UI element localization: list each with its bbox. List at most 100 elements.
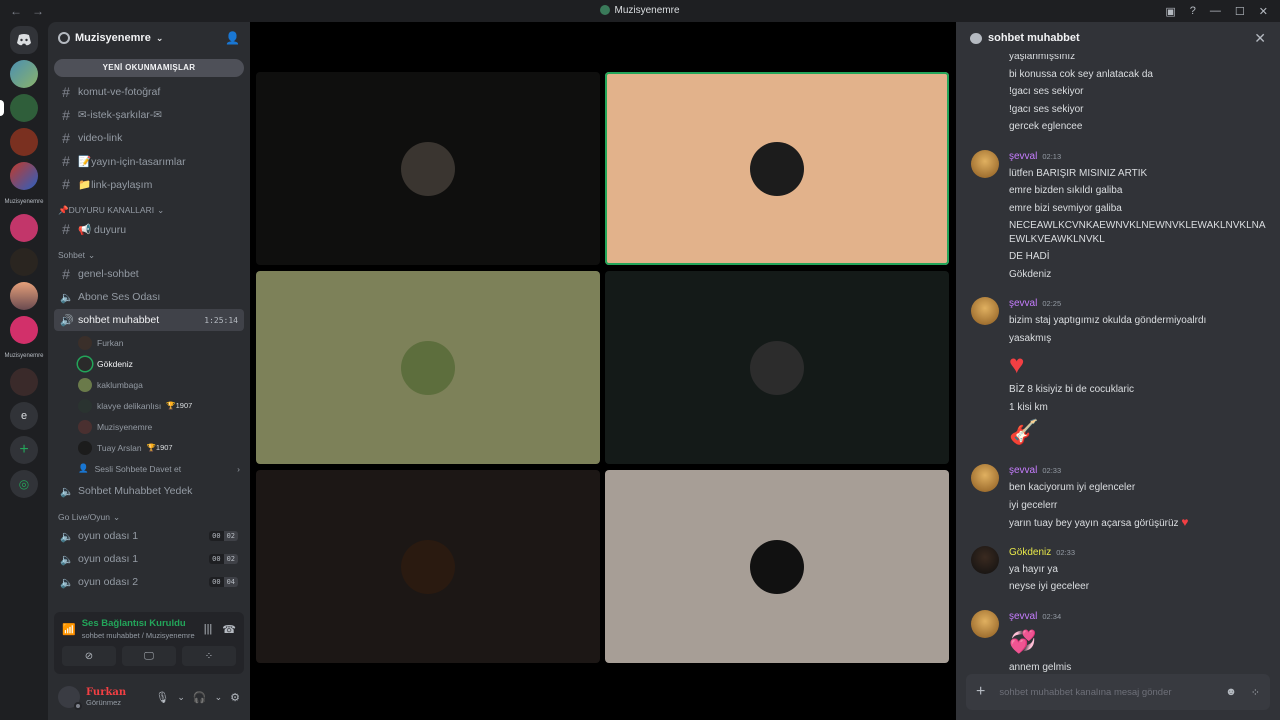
channel-video-link[interactable]: # video-link: [54, 127, 244, 149]
category-golive[interactable]: Go Live/Oyun ⌄: [48, 510, 250, 524]
author-name[interactable]: şevval: [1009, 462, 1037, 479]
message-input[interactable]: sohbet muhabbet kanalına mesaj gönder: [999, 687, 1211, 698]
server-icon-2[interactable]: [0, 94, 38, 122]
two-hearts-icon: 💞: [1009, 628, 1037, 654]
chevron-down-icon: ⌄: [87, 249, 96, 260]
server-icon-7[interactable]: [10, 282, 38, 310]
add-server-icon[interactable]: +: [10, 436, 38, 464]
user-name: klavye delikanlısı: [97, 400, 162, 411]
chat-bubble-icon: [970, 32, 982, 44]
voice-user[interactable]: Gökdeniz: [78, 353, 244, 374]
avatar[interactable]: [971, 297, 999, 325]
channel-oyun-odasi[interactable]: 🔈 oyun odası 1 00 02: [54, 548, 244, 570]
category-duyuru[interactable]: 📌DUYURU KANALLARI ⌄: [48, 203, 250, 217]
channel-istek[interactable]: # ✉-istek-şarkılar-✉: [54, 104, 244, 126]
voice-user[interactable]: Furkan: [78, 332, 244, 353]
server-icon-4[interactable]: [10, 162, 38, 190]
invite-people-icon[interactable]: 👤: [225, 31, 240, 45]
voice-status[interactable]: Ses Bağlantısı Kuruldu: [82, 618, 195, 629]
close-icon[interactable]: ✕: [1254, 30, 1266, 47]
help-icon[interactable]: ?: [1190, 5, 1196, 17]
avatar: [78, 335, 92, 350]
server-header[interactable]: Muzisyenemre ⌄ 👤: [48, 22, 250, 54]
current-user-status: Görünmez: [86, 698, 122, 707]
chat-header: sohbet muhabbet ✕: [956, 22, 1280, 54]
server-text-label[interactable]: Muzisyenemre: [4, 196, 44, 208]
category-sohbet[interactable]: Sohbet ⌄: [48, 248, 250, 262]
author-name[interactable]: şevval: [1009, 148, 1037, 165]
screen-share-button[interactable]: 🖵: [122, 646, 176, 666]
author-name[interactable]: şevval: [1009, 608, 1037, 625]
new-unreads-button[interactable]: YENİ OKUNMAMIŞLAR: [54, 59, 244, 77]
channel-abone-ses[interactable]: 🔈 Abone Ses Odası: [54, 286, 244, 308]
message-list[interactable]: yaşlanmışsınız bi konussa cok sey anlata…: [956, 54, 1280, 688]
discord-home-icon[interactable]: [10, 26, 38, 54]
voice-user[interactable]: Muzisyenemre: [78, 416, 244, 437]
inbox-icon[interactable]: ▣: [1165, 5, 1175, 18]
chevron-down-icon[interactable]: ⌄: [177, 692, 185, 703]
video-tile[interactable]: [256, 72, 600, 265]
user-badge: 🏆1907: [166, 401, 193, 410]
microphone-icon[interactable]: 🎙: [155, 691, 169, 704]
add-attachment-icon[interactable]: +: [976, 683, 985, 701]
close-window-icon[interactable]: ✕: [1259, 5, 1268, 18]
video-tile[interactable]: [256, 470, 600, 663]
server-text-label-2[interactable]: Muzisyenemre: [4, 350, 44, 362]
server-icon-9[interactable]: [10, 368, 38, 396]
avatar[interactable]: [971, 149, 999, 178]
channel-genel-sohbet[interactable]: # genel-sohbet: [54, 263, 244, 285]
channel-duyuru[interactable]: # 📢 duyuru: [54, 218, 244, 240]
status-dot: [74, 702, 82, 710]
voice-user[interactable]: Tuay Arslan 🏆1907: [78, 437, 244, 458]
voice-user[interactable]: kaklumbaga: [78, 374, 244, 395]
server-icon-1[interactable]: [10, 60, 38, 88]
invite-to-voice-button[interactable]: 👤 Sesli Sohbete Davet et ›: [78, 458, 244, 479]
chevron-down-icon: ⌄: [155, 32, 164, 43]
video-tile[interactable]: [605, 470, 949, 663]
minimize-icon[interactable]: —: [1210, 5, 1221, 17]
forward-arrow-icon[interactable]: →: [32, 4, 44, 18]
current-user-name[interactable]: Furkan: [86, 687, 126, 698]
author-name[interactable]: şevval: [1009, 295, 1037, 312]
signal-icon[interactable]: 📶: [62, 623, 76, 636]
video-tile[interactable]: [256, 271, 600, 464]
avatar[interactable]: [971, 609, 999, 638]
channel-oyun-odasi[interactable]: 🔈 oyun odası 2 00 04: [54, 571, 244, 593]
server-letter-e[interactable]: e: [10, 402, 38, 430]
back-arrow-icon[interactable]: ←: [10, 4, 22, 18]
video-tile[interactable]: [605, 271, 949, 464]
message-composer: + sohbet muhabbet kanalına mesaj gönder …: [966, 674, 1270, 710]
voice-location[interactable]: sohbet muhabbet / Muzisyenemre: [82, 631, 195, 640]
video-tile[interactable]: [605, 72, 949, 265]
channel-sohbet-muhabbet[interactable]: 🔊 sohbet muhabbet 1:25:14: [54, 309, 244, 331]
channel-komut[interactable]: # komut-ve-fotoğraf: [54, 81, 244, 103]
avatar: [78, 440, 92, 455]
emoji-icon[interactable]: ☻: [1225, 686, 1237, 698]
apps-icon[interactable]: ⁘: [1251, 686, 1260, 699]
avatar[interactable]: [971, 464, 999, 492]
server-icon-3[interactable]: [10, 128, 38, 156]
server-icon-8[interactable]: [10, 316, 38, 344]
channel-oyun-odasi[interactable]: 🔈 oyun odası 1 00 02: [54, 525, 244, 547]
maximize-icon[interactable]: ☐: [1235, 5, 1245, 18]
disconnect-icon[interactable]: ☎: [222, 623, 236, 636]
server-icon-5[interactable]: [10, 214, 38, 242]
voice-user[interactable]: klavye delikanlısı 🏆1907: [78, 395, 244, 416]
camera-off-button[interactable]: ⊘: [62, 646, 116, 666]
avatar[interactable]: [971, 545, 999, 574]
activities-button[interactable]: ⁘: [182, 646, 236, 666]
server-icon-6[interactable]: [10, 248, 38, 276]
author-name[interactable]: Gökdeniz: [1009, 544, 1051, 561]
channel-yayin[interactable]: # 📝yayın-için-tasarımlar: [54, 150, 244, 172]
channel-link-paylasim[interactable]: # 📁link-paylaşım: [54, 173, 244, 195]
hash-icon: #: [62, 153, 70, 169]
guitar-icon: 🎸: [1009, 419, 1039, 446]
chevron-down-icon[interactable]: ⌄: [215, 692, 223, 703]
noise-suppression-icon[interactable]: |||: [204, 623, 213, 636]
explore-compass-icon[interactable]: ◎: [10, 470, 38, 498]
voice-connection-panel: 📶 Ses Bağlantısı Kuruldu sohbet muhabbet…: [54, 612, 244, 674]
settings-gear-icon[interactable]: ⚙: [230, 691, 240, 704]
headphones-icon[interactable]: 🎧: [193, 691, 207, 704]
avatar[interactable]: [58, 686, 82, 710]
channel-sohbet-yedek[interactable]: 🔈 Sohbet Muhabbet Yedek: [54, 480, 244, 502]
